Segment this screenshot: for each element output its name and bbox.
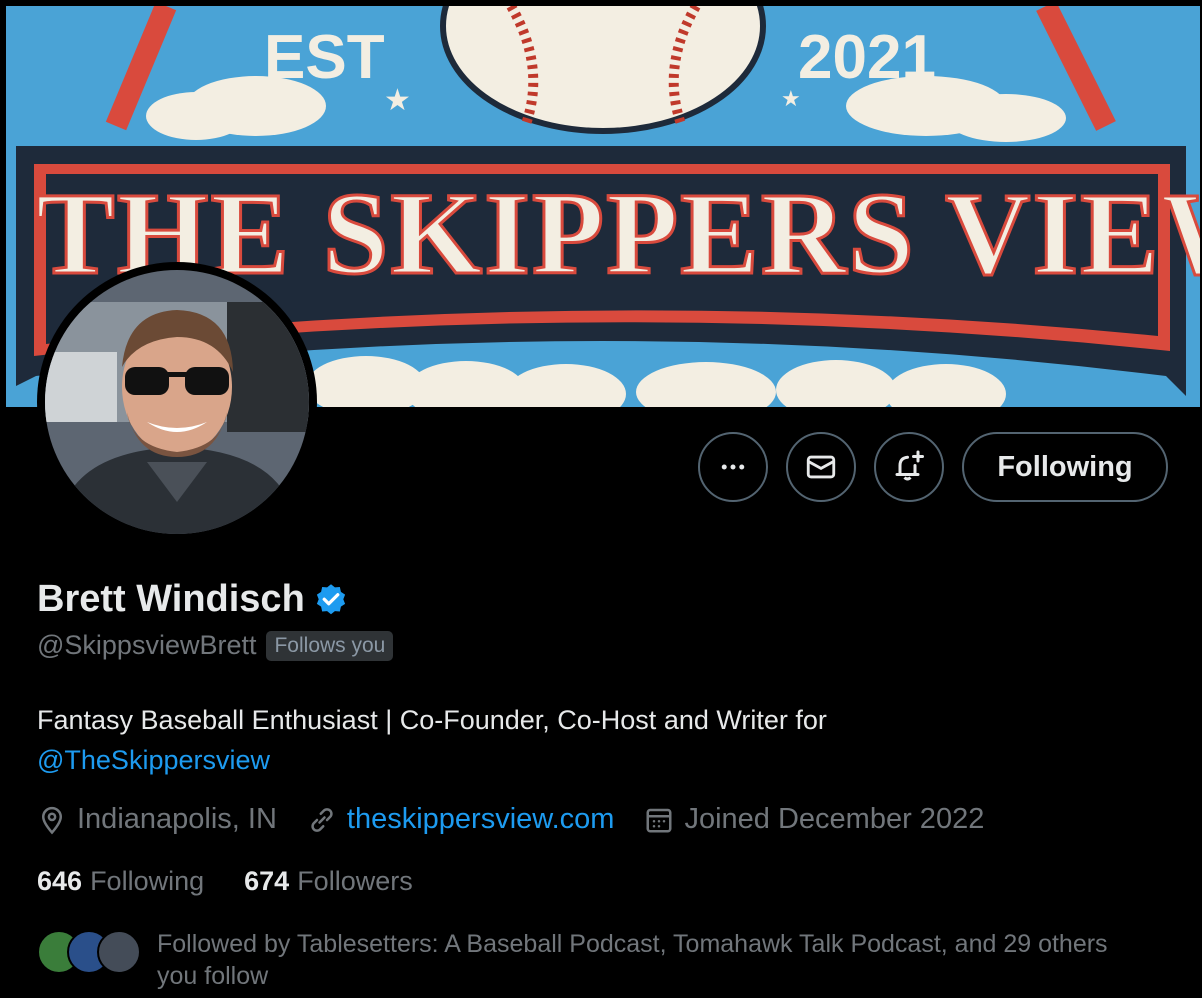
banner-year: 2021 xyxy=(798,23,936,92)
profile-handle: @SkippsviewBrett xyxy=(37,630,257,660)
more-horizontal-icon xyxy=(721,464,745,470)
bio-text: Fantasy Baseball Enthusiast | Co-Founder… xyxy=(37,705,827,735)
following-count: 646 xyxy=(37,866,83,896)
message-button[interactable] xyxy=(786,432,856,502)
location-pin-icon xyxy=(41,806,63,834)
follower-avatar xyxy=(97,930,141,974)
more-button[interactable] xyxy=(698,432,768,502)
banner-est: EST xyxy=(264,23,385,92)
bio-mention-link[interactable]: @TheSkippersview xyxy=(37,745,270,775)
profile-name: Brett Windisch xyxy=(37,578,305,620)
notifications-button[interactable] xyxy=(874,432,944,502)
link-icon xyxy=(311,807,333,832)
followers-stat-link[interactable]: 674 Followers xyxy=(244,866,413,897)
bell-plus-icon xyxy=(895,450,924,481)
profile-meta: Indianapolis, IN theskippersview.com Joi… xyxy=(37,803,1014,836)
location-text: Indianapolis, IN xyxy=(77,803,277,835)
followers-count: 674 xyxy=(244,866,290,896)
envelope-icon xyxy=(806,455,836,479)
website-item: theskippersview.com xyxy=(307,803,615,836)
website-link[interactable]: theskippersview.com xyxy=(347,803,615,836)
joined-item: Joined December 2022 xyxy=(644,803,984,836)
profile-stats: 646 Following 674 Followers xyxy=(37,866,453,897)
location-item: Indianapolis, IN xyxy=(37,803,277,836)
followed-by-text: Followed by Tablesetters: A Baseball Pod… xyxy=(157,930,1108,990)
handle-row: @SkippsviewBrett Follows you xyxy=(37,630,394,661)
following-label: Following xyxy=(90,866,205,896)
profile-avatar[interactable] xyxy=(37,262,317,542)
profile-name-row: Brett Windisch xyxy=(37,578,349,621)
followed-by-row[interactable]: Followed by Tablesetters: A Baseball Pod… xyxy=(37,928,1117,992)
joined-text: Joined December 2022 xyxy=(684,803,985,835)
followers-label: Followers xyxy=(297,866,413,896)
following-stat-link[interactable]: 646 Following xyxy=(37,866,204,897)
avatar-photo xyxy=(45,270,309,534)
following-button[interactable]: Following xyxy=(962,432,1168,502)
svg-text:★: ★ xyxy=(384,83,411,118)
verified-badge-icon[interactable] xyxy=(313,582,349,618)
followed-by-avatars xyxy=(37,928,147,978)
follows-you-badge: Follows you xyxy=(266,630,394,661)
calendar-icon xyxy=(646,808,672,832)
profile-bio: Fantasy Baseball Enthusiast | Co-Founder… xyxy=(37,700,1157,780)
